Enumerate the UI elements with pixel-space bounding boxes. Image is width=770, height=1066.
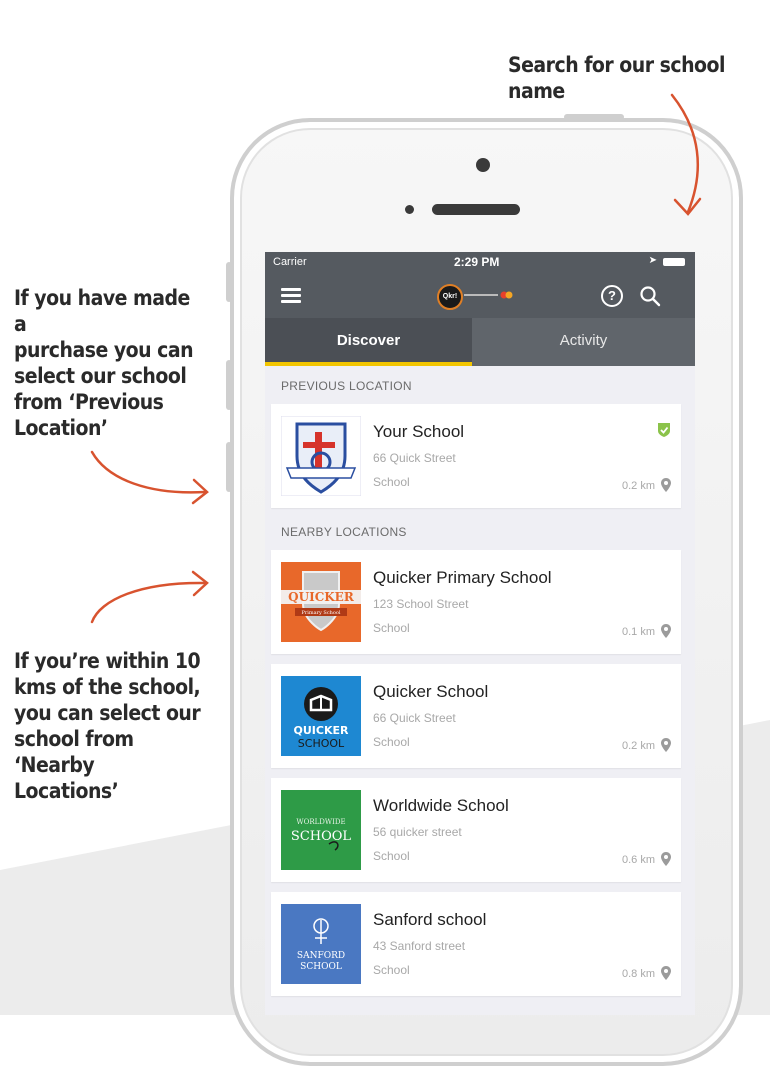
location-distance: 0.2 km <box>621 480 655 492</box>
location-address: 66 Quick Street <box>373 711 456 725</box>
location-distance: 0.6 km <box>621 854 655 866</box>
school-logo-thumbnail: WORLDWIDE SCHOOL <box>281 790 361 870</box>
search-icon[interactable] <box>639 285 661 307</box>
location-type: School <box>373 849 410 863</box>
location-type: School <box>373 621 410 635</box>
verified-shield-icon <box>658 423 670 437</box>
location-card-sanford-school[interactable]: SANFORD SCHOOL Sanford school 43 Sanford… <box>271 892 681 996</box>
location-pin-icon <box>661 852 671 866</box>
location-name: Quicker Primary School <box>373 568 552 587</box>
location-name: Your School <box>373 422 465 441</box>
location-address: 123 School Street <box>373 597 469 611</box>
qkr-logo-mark: Qkr! <box>437 284 463 310</box>
location-type: School <box>373 475 410 489</box>
school-crest-thumbnail <box>281 416 361 496</box>
tab-bar: Discover Activity <box>265 318 695 366</box>
mastercard-mark-icon <box>464 291 513 299</box>
location-name: Sanford school <box>373 910 487 929</box>
location-services-icon: ➤ <box>648 255 657 266</box>
location-pin-icon <box>661 966 671 980</box>
arrow-to-previous <box>90 450 207 494</box>
status-bar: Carrier 2:29 PM ➤ <box>265 252 695 272</box>
location-pin-icon <box>661 624 671 638</box>
section-label-previous-location: PREVIOUS LOCATION <box>281 379 412 393</box>
location-type: School <box>373 963 410 977</box>
thumb-logo-text: QUICKER <box>288 590 355 604</box>
school-logo-thumbnail: SANFORD SCHOOL <box>281 904 361 984</box>
thumb-logo-subtext: Primary School <box>302 610 341 616</box>
location-address: 43 Sanford street <box>373 939 466 953</box>
location-card-your-school[interactable]: Your School 66 Quick Street School 0.2 k… <box>271 404 681 508</box>
location-card-worldwide-school[interactable]: WORLDWIDE SCHOOL Worldwide School 56 qui… <box>271 778 681 882</box>
location-pin-icon <box>661 738 671 752</box>
location-name: Worldwide School <box>373 796 509 815</box>
menu-icon[interactable] <box>281 288 301 304</box>
tab-discover[interactable]: Discover <box>265 318 472 366</box>
location-card-quicker-school[interactable]: QUICKER SCHOOL Quicker School 66 Quick S… <box>271 664 681 768</box>
app-bar: Qkr! ? <box>265 272 695 318</box>
carrier-label: Carrier <box>273 256 307 268</box>
arrow-to-search <box>670 93 699 214</box>
thumb-logo-subtext: SCHOOL <box>298 737 345 750</box>
location-address: 66 Quick Street <box>373 451 456 465</box>
thumb-logo-subtext: SCHOOL <box>291 829 352 844</box>
section-label-nearby-locations: NEARBY LOCATIONS <box>281 525 407 539</box>
location-distance: 0.8 km <box>621 968 655 980</box>
thumb-logo-text: WORLDWIDE <box>296 818 345 826</box>
location-name: Quicker School <box>373 682 489 701</box>
location-pin-icon <box>661 478 671 492</box>
location-distance: 0.1 km <box>621 626 655 638</box>
location-type: School <box>373 735 410 749</box>
school-logo-thumbnail: QUICKER SCHOOL <box>281 676 361 756</box>
thumb-logo-text: QUICKER <box>294 724 349 737</box>
arrow-head-search <box>673 197 702 216</box>
location-distance: 0.2 km <box>621 740 655 752</box>
school-logo-thumbnail: QUICKER Primary School <box>281 562 361 642</box>
help-icon[interactable]: ? <box>601 285 623 307</box>
arrow-to-nearby <box>90 581 207 624</box>
location-card-quicker-primary-school[interactable]: QUICKER Primary School Quicker Primary S… <box>271 550 681 654</box>
battery-icon <box>663 258 685 266</box>
tab-activity[interactable]: Activity <box>472 318 695 366</box>
thumb-logo-text: SANFORD <box>297 951 345 961</box>
app-screen: Carrier 2:29 PM ➤ Qkr! ? Discover Activi… <box>265 252 695 1015</box>
qkr-logo: Qkr! <box>437 284 521 310</box>
clock-label: 2:29 PM <box>454 255 500 269</box>
location-address: 56 quicker street <box>373 825 462 839</box>
thumb-logo-subtext: SCHOOL <box>300 962 342 972</box>
